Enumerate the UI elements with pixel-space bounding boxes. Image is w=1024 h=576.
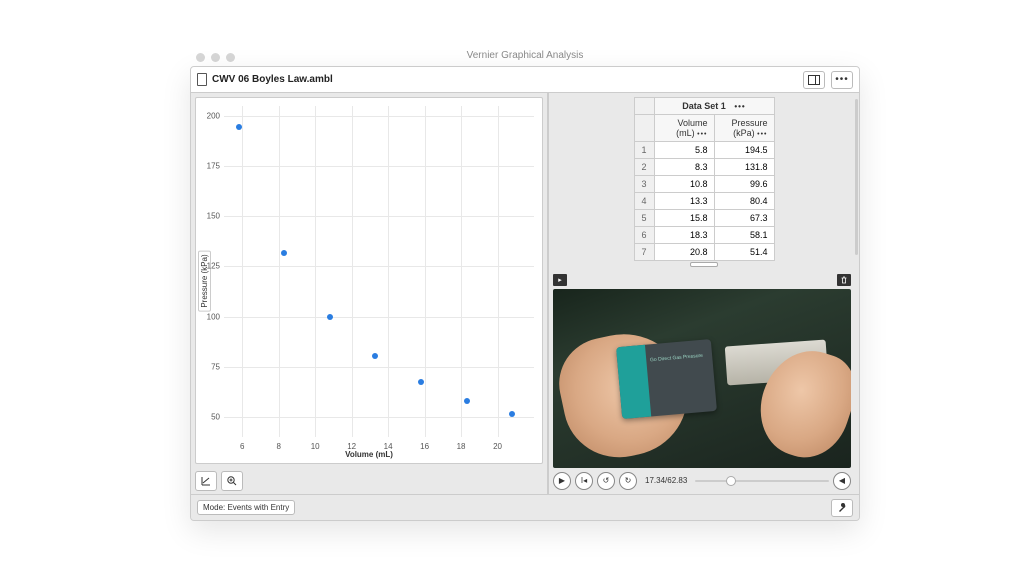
mute-button[interactable]: ◀ bbox=[833, 472, 851, 490]
row-index: 6 bbox=[634, 227, 654, 244]
x-tick: 6 bbox=[240, 442, 244, 451]
column-menu-icon[interactable]: ••• bbox=[757, 131, 767, 138]
column-menu-icon[interactable]: ••• bbox=[697, 131, 707, 138]
data-point[interactable] bbox=[418, 379, 424, 385]
settings-button[interactable] bbox=[831, 499, 853, 517]
data-table-panel: Data Set 1 ••• Volume (mL) ••• Pressure … bbox=[549, 93, 859, 261]
layout-button[interactable] bbox=[803, 71, 825, 89]
data-point[interactable] bbox=[372, 353, 378, 359]
row-index: 7 bbox=[634, 244, 654, 261]
y-tick: 50 bbox=[202, 412, 220, 421]
pane-splitter[interactable] bbox=[549, 261, 859, 269]
video-scrubber[interactable] bbox=[695, 480, 829, 482]
step-forward-button[interactable]: ↻ bbox=[619, 472, 637, 490]
video-timecode: 17.34/62.83 bbox=[645, 476, 687, 485]
cell-pressure[interactable]: 131.8 bbox=[714, 159, 774, 176]
data-point[interactable] bbox=[236, 124, 242, 130]
cell-volume[interactable]: 8.3 bbox=[654, 159, 714, 176]
skip-back-button[interactable]: I◂ bbox=[575, 472, 593, 490]
footer: Mode: Events with Entry bbox=[191, 494, 859, 520]
row-index: 1 bbox=[634, 142, 654, 159]
window-title: Vernier Graphical Analysis bbox=[190, 50, 860, 61]
plot-canvas[interactable]: 507510012515017520068101214161820 bbox=[224, 106, 534, 437]
cell-pressure[interactable]: 58.1 bbox=[714, 227, 774, 244]
x-axis-label[interactable]: Volume (mL) bbox=[345, 450, 393, 459]
table-row[interactable]: 618.358.1 bbox=[634, 227, 774, 244]
x-tick: 20 bbox=[493, 442, 502, 451]
document-icon[interactable] bbox=[197, 73, 207, 86]
y-tick: 200 bbox=[202, 112, 220, 121]
table-row[interactable]: 720.851.4 bbox=[634, 244, 774, 261]
row-index: 4 bbox=[634, 193, 654, 210]
video-controls: ▶ I◂ ↺ ↻ 17.34/62.83 ◀ bbox=[553, 468, 851, 490]
more-icon: ••• bbox=[835, 74, 849, 85]
cell-volume[interactable]: 10.8 bbox=[654, 176, 714, 193]
y-tick: 125 bbox=[202, 262, 220, 271]
table-row[interactable]: 28.3131.8 bbox=[634, 159, 774, 176]
y-tick: 75 bbox=[202, 362, 220, 371]
table-scrollbar[interactable] bbox=[855, 99, 858, 255]
x-tick: 8 bbox=[276, 442, 280, 451]
cell-pressure[interactable]: 67.3 bbox=[714, 210, 774, 227]
data-point[interactable] bbox=[509, 411, 515, 417]
app-window: CWV 06 Boyles Law.ambl ••• Pressure (kPa… bbox=[190, 66, 860, 521]
splitter-handle-icon[interactable] bbox=[690, 262, 718, 267]
data-point[interactable] bbox=[281, 250, 287, 256]
cell-volume[interactable]: 5.8 bbox=[654, 142, 714, 159]
toolbar: CWV 06 Boyles Law.ambl ••• bbox=[191, 67, 859, 93]
x-tick: 10 bbox=[311, 442, 320, 451]
cell-volume[interactable]: 20.8 bbox=[654, 244, 714, 261]
row-index: 5 bbox=[634, 210, 654, 227]
video-delete-button[interactable] bbox=[837, 274, 851, 286]
video-content: Go Direct Gas Pressure bbox=[616, 339, 717, 419]
table-row[interactable]: 15.8194.5 bbox=[634, 142, 774, 159]
data-table[interactable]: Data Set 1 ••• Volume (mL) ••• Pressure … bbox=[634, 97, 775, 261]
mode-indicator[interactable]: Mode: Events with Entry bbox=[197, 500, 295, 515]
table-row[interactable]: 515.867.3 bbox=[634, 210, 774, 227]
video-viewport[interactable]: Go Direct Gas Pressure bbox=[553, 289, 851, 468]
cell-pressure[interactable]: 194.5 bbox=[714, 142, 774, 159]
cell-volume[interactable]: 15.8 bbox=[654, 210, 714, 227]
play-button[interactable]: ▶ bbox=[553, 472, 571, 490]
graph-tools-button[interactable] bbox=[195, 471, 217, 491]
cell-volume[interactable]: 13.3 bbox=[654, 193, 714, 210]
step-back-button[interactable]: ↺ bbox=[597, 472, 615, 490]
dataset-title[interactable]: Data Set 1 bbox=[682, 101, 726, 111]
table-row[interactable]: 413.380.4 bbox=[634, 193, 774, 210]
dataset-menu-icon[interactable]: ••• bbox=[734, 102, 745, 111]
graph-pane: Pressure (kPa) 5075100125150175200681012… bbox=[191, 93, 549, 494]
data-point[interactable] bbox=[464, 398, 470, 404]
row-index: 2 bbox=[634, 159, 654, 176]
table-row[interactable]: 310.899.6 bbox=[634, 176, 774, 193]
video-expand-button[interactable]: ▸ bbox=[553, 274, 567, 286]
y-tick: 100 bbox=[202, 312, 220, 321]
cell-pressure[interactable]: 99.6 bbox=[714, 176, 774, 193]
y-tick: 150 bbox=[202, 212, 220, 221]
y-tick: 175 bbox=[202, 162, 220, 171]
row-index: 3 bbox=[634, 176, 654, 193]
right-pane: Data Set 1 ••• Volume (mL) ••• Pressure … bbox=[549, 93, 859, 494]
more-menu-button[interactable]: ••• bbox=[831, 71, 853, 89]
layout-icon bbox=[808, 75, 820, 85]
x-tick: 18 bbox=[457, 442, 466, 451]
graph-controls bbox=[191, 468, 547, 494]
file-name[interactable]: CWV 06 Boyles Law.ambl bbox=[212, 74, 333, 85]
data-point[interactable] bbox=[327, 314, 333, 320]
graph-area[interactable]: Pressure (kPa) 5075100125150175200681012… bbox=[195, 97, 543, 464]
x-tick: 16 bbox=[420, 442, 429, 451]
cell-volume[interactable]: 18.3 bbox=[654, 227, 714, 244]
workspace: Pressure (kPa) 5075100125150175200681012… bbox=[191, 93, 859, 494]
zoom-button[interactable] bbox=[221, 471, 243, 491]
y-axis-label[interactable]: Pressure (kPa) bbox=[198, 250, 211, 311]
scrubber-thumb[interactable] bbox=[726, 476, 736, 486]
cell-pressure[interactable]: 80.4 bbox=[714, 193, 774, 210]
cell-pressure[interactable]: 51.4 bbox=[714, 244, 774, 261]
video-panel: ▸ Go Direct Gas Pressure ▶ I◂ ↺ ↻ 17.34/… bbox=[549, 269, 859, 494]
